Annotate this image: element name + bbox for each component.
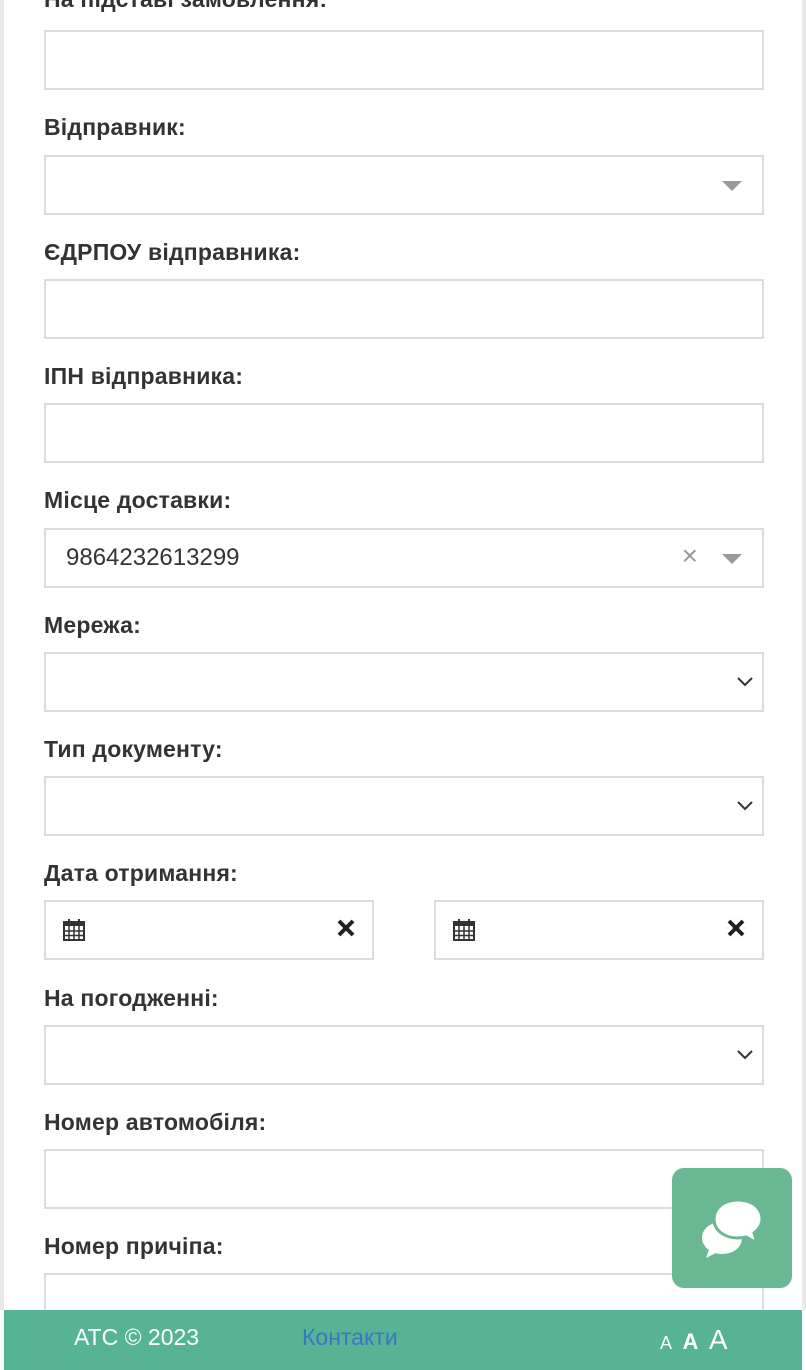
receipt-date-to-input[interactable]	[434, 900, 764, 960]
delivery-place-value: 9864232613299	[66, 544, 240, 571]
caret-down-icon	[722, 554, 742, 564]
receipt-date-from-input[interactable]	[44, 900, 374, 960]
close-icon[interactable]	[336, 918, 356, 938]
sender-ipn-label: ІПН відправника:	[44, 363, 244, 389]
chevron-down-icon	[737, 677, 753, 687]
order-basis-label: На підставі замовлення:	[44, 0, 327, 13]
network-label: Мережа:	[44, 612, 141, 638]
page-edge-left	[0, 0, 4, 1310]
font-size-medium-button[interactable]: A	[682, 1329, 698, 1355]
calendar-icon	[63, 919, 85, 941]
on-approval-label: На погодженні:	[44, 985, 219, 1011]
contacts-link[interactable]: Контакти	[302, 1324, 398, 1351]
font-size-switcher: A A A	[660, 1324, 734, 1356]
trailer-number-input[interactable]	[44, 1273, 764, 1310]
delivery-place-select[interactable]: 9864232613299 ×	[44, 528, 764, 588]
on-approval-select[interactable]	[44, 1025, 764, 1085]
car-number-input[interactable]	[44, 1149, 764, 1209]
sender-ipn-input[interactable]	[44, 403, 764, 463]
chat-bubbles-icon	[702, 1198, 764, 1258]
calendar-icon	[453, 919, 475, 941]
caret-down-icon	[722, 181, 742, 191]
order-basis-input[interactable]	[44, 30, 764, 90]
document-type-label: Тип документу:	[44, 736, 223, 762]
font-size-small-button[interactable]: A	[660, 1333, 672, 1354]
trailer-number-label: Номер причіпа:	[44, 1233, 224, 1259]
close-icon[interactable]	[726, 918, 746, 938]
chat-button[interactable]	[672, 1168, 792, 1288]
receipt-date-label: Дата отримання:	[44, 860, 238, 886]
footer-copyright: АТС © 2023	[74, 1324, 200, 1350]
font-size-large-button[interactable]: A	[709, 1324, 728, 1356]
footer: АТС © 2023 Контакти A A A	[4, 1310, 802, 1370]
chevron-down-icon	[737, 801, 753, 811]
chevron-down-icon	[737, 1050, 753, 1060]
sender-label: Відправник:	[44, 114, 186, 140]
sender-select[interactable]	[44, 155, 764, 215]
network-select[interactable]	[44, 652, 764, 712]
car-number-label: Номер автомобіля:	[44, 1109, 267, 1135]
sender-edrpou-input[interactable]	[44, 279, 764, 339]
document-type-select[interactable]	[44, 776, 764, 836]
page-edge-right	[802, 0, 806, 1310]
clear-selection-icon[interactable]: ×	[682, 542, 698, 570]
delivery-place-label: Місце доставки:	[44, 487, 232, 513]
sender-edrpou-label: ЄДРПОУ відправника:	[44, 239, 301, 265]
